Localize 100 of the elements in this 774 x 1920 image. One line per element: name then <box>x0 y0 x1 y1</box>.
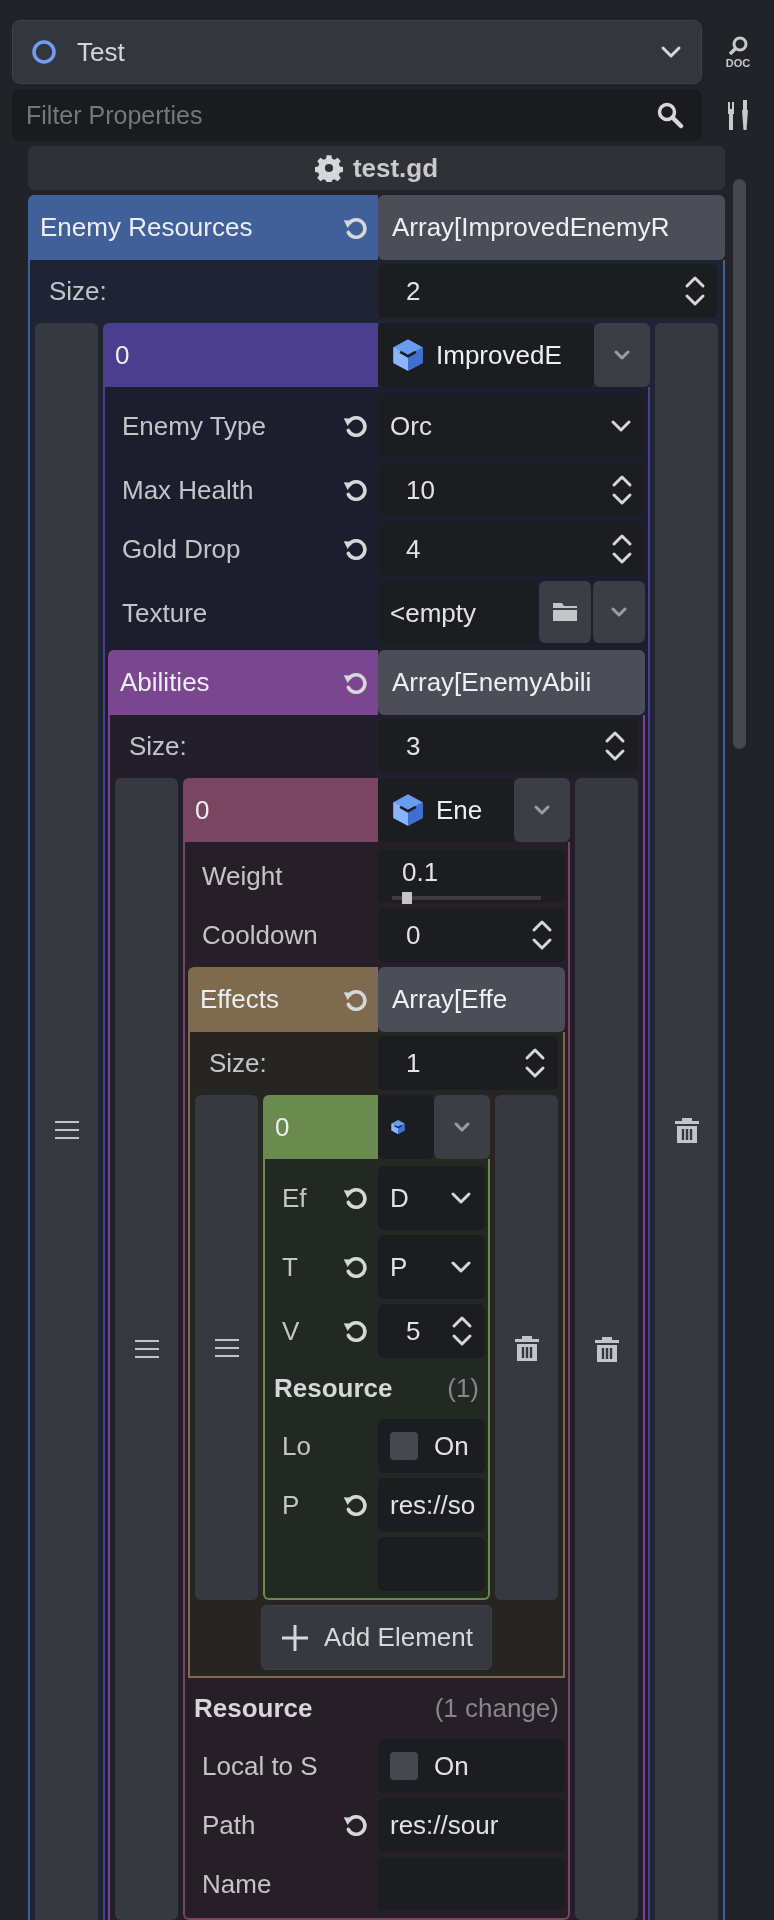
checkbox[interactable] <box>390 1752 418 1780</box>
property-label: T <box>282 1250 298 1284</box>
section-title[interactable]: Resource <box>194 1689 313 1728</box>
chevron-down-icon <box>453 1121 471 1133</box>
array-edit-button[interactable]: Array[Effe <box>378 967 565 1032</box>
property-label: Lo <box>282 1429 311 1463</box>
size-label: Size: <box>129 729 187 763</box>
chevron-down-icon <box>613 349 631 361</box>
property-label: Cooldown <box>202 918 318 952</box>
doc-label: DOC <box>725 57 751 69</box>
size-label: Size: <box>49 274 107 308</box>
resource-picker[interactable]: Ene <box>378 778 514 842</box>
property-label: Ef <box>282 1181 307 1215</box>
section-title[interactable]: Resource <box>274 1369 393 1408</box>
chevron-down-icon <box>609 418 633 434</box>
property-label: Weight <box>202 859 283 893</box>
drag-handle[interactable] <box>115 778 178 1920</box>
number-field[interactable]: 10 <box>378 463 645 517</box>
plus-icon <box>280 1622 311 1653</box>
property-label: Enemy Resources <box>40 211 253 244</box>
array-edit-button[interactable]: Array[EnemyAbili <box>378 650 645 715</box>
filter-field[interactable]: Filter Properties <box>12 89 702 141</box>
checkbox[interactable] <box>390 1432 418 1460</box>
checkbox-field[interactable]: On <box>378 1739 565 1793</box>
doc-button[interactable]: DOC <box>725 35 751 69</box>
property-label: Max Health <box>122 473 254 507</box>
cube-icon <box>390 1119 406 1135</box>
cube-icon <box>390 792 426 828</box>
gear-icon <box>314 154 343 182</box>
slider-grabber[interactable] <box>401 891 412 904</box>
cube-icon <box>390 337 426 373</box>
spin-arrows-icon[interactable] <box>611 533 633 565</box>
chevron-down-icon <box>533 804 551 816</box>
chevron-down-icon <box>610 606 628 618</box>
property-label: Abilities <box>120 666 210 699</box>
spin-arrows-icon[interactable] <box>684 275 706 307</box>
spin-arrows-icon[interactable] <box>604 730 626 762</box>
array-header[interactable]: Enemy Resources <box>28 195 378 260</box>
array-header[interactable]: Abilities <box>108 650 378 715</box>
number-field[interactable]: 1 <box>378 1036 558 1090</box>
array-edit-button[interactable]: Array[ImprovedEnemyR <box>378 195 725 260</box>
add-element-button[interactable]: Add Element <box>261 1605 492 1670</box>
checkbox-field[interactable]: On <box>378 1419 485 1473</box>
load-button[interactable] <box>539 581 591 643</box>
number-field[interactable]: 4 <box>378 522 645 576</box>
spin-arrows-icon[interactable] <box>611 474 633 506</box>
spin-arrows-icon[interactable] <box>524 1047 546 1079</box>
circle-icon <box>31 39 57 65</box>
resource-field[interactable]: <empty <box>378 581 537 645</box>
array-header[interactable]: Effects <box>188 967 378 1032</box>
object-name: Test <box>77 35 126 69</box>
checkbox-label: On <box>434 1749 469 1783</box>
drag-handle[interactable] <box>35 323 98 1920</box>
number-field[interactable]: 2 <box>378 264 718 318</box>
spin-arrows-icon[interactable] <box>531 919 553 951</box>
dropdown-field[interactable]: Orc <box>378 394 645 458</box>
slider-field[interactable]: 0.1 <box>378 849 565 903</box>
drag-handle-icon <box>213 1337 240 1358</box>
change-count: (1 change) <box>434 1692 559 1725</box>
trash-icon <box>672 1115 701 1145</box>
search-icon <box>656 101 684 129</box>
folder-icon <box>551 600 579 624</box>
number-field[interactable]: 3 <box>378 719 638 773</box>
property-label: Name <box>202 1867 272 1901</box>
checkbox-label: On <box>434 1429 469 1463</box>
object-selector[interactable]: Test <box>12 20 702 84</box>
drag-handle-icon <box>133 1339 160 1359</box>
resource-picker[interactable] <box>378 1095 434 1159</box>
resource-picker[interactable]: ImprovedE <box>378 323 594 387</box>
chevron-down-icon <box>449 1259 473 1275</box>
property-label: P <box>282 1488 300 1522</box>
trash-icon <box>592 1334 621 1364</box>
search-icon <box>726 35 750 58</box>
element-index: 0 <box>263 1095 378 1159</box>
number-field[interactable]: 5 <box>378 1304 485 1358</box>
property-label: Gold Drop <box>122 532 241 566</box>
script-name: test.gd <box>352 151 439 185</box>
slider-value: 0.1 <box>402 855 440 889</box>
chevron-down-icon <box>659 44 683 60</box>
change-count: (1) <box>447 1372 479 1405</box>
text-field[interactable]: res://sour <box>378 1798 565 1852</box>
spin-arrows-icon[interactable] <box>451 1315 473 1347</box>
element-index: 0 <box>183 778 378 842</box>
property-label: Texture <box>122 596 208 630</box>
dropdown-field[interactable]: P <box>378 1235 485 1299</box>
property-label: Path <box>202 1808 256 1842</box>
dropdown-field[interactable]: D <box>378 1166 485 1230</box>
property-label: Local to S <box>202 1749 318 1783</box>
element-index: 0 <box>103 323 378 387</box>
tools-icon[interactable] <box>725 98 751 132</box>
scrollbar-thumb[interactable] <box>733 179 746 749</box>
number-field[interactable]: 0 <box>378 908 565 962</box>
property-label: Effects <box>200 983 279 1016</box>
chevron-down-icon <box>449 1190 473 1206</box>
size-label: Size: <box>209 1046 267 1080</box>
property-label: V <box>282 1314 300 1348</box>
drag-handle[interactable] <box>195 1095 258 1600</box>
text-field[interactable]: res://so <box>378 1478 485 1532</box>
drag-handle-icon <box>53 1120 80 1140</box>
property-label: Enemy Type <box>122 409 267 443</box>
